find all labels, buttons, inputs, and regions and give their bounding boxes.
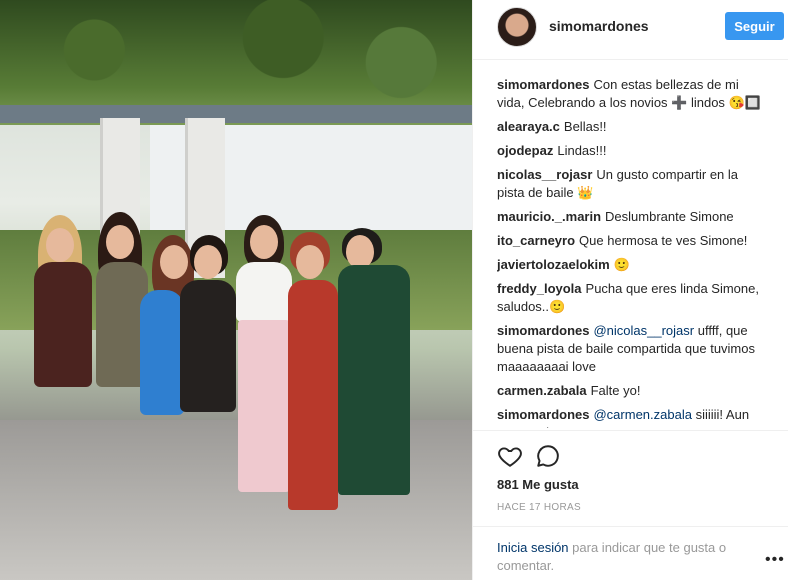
more-options-icon[interactable]: ••• <box>765 551 785 569</box>
list-item: alearaya.c Bellas!! <box>497 118 767 136</box>
header-username[interactable]: simomardones <box>549 18 649 34</box>
comment-username[interactable]: simomardones <box>497 323 589 338</box>
comment-text: 🙂 <box>613 257 630 272</box>
comment-username[interactable]: carmen.zabala <box>497 383 587 398</box>
comments-list[interactable]: simomardones Con estas bellezas de mi vid… <box>497 76 767 428</box>
like-count[interactable]: 881 Me gusta <box>497 477 579 492</box>
comment-text: Deslumbrante Simone <box>605 209 734 224</box>
comment-username[interactable]: javiertolozaelokim <box>497 257 610 272</box>
comment-username[interactable]: nicolas__rojasr <box>497 167 592 182</box>
comment-username[interactable]: freddy_loyola <box>497 281 582 296</box>
login-link[interactable]: Inicia sesión <box>497 540 569 555</box>
list-item: mauricio._.marin Deslumbrante Simone <box>497 208 767 226</box>
comment-username[interactable]: mauricio._.marin <box>497 209 601 224</box>
post-timestamp: HACE 17 HORAS <box>497 502 581 513</box>
comment-username[interactable]: simomardones <box>497 407 589 422</box>
comment-icon[interactable] <box>535 443 561 469</box>
comment-text: Bellas!! <box>563 119 607 134</box>
list-item: freddy_loyola Pucha que eres linda Simone… <box>497 280 767 316</box>
comment-text: Lindas!!! <box>557 143 607 158</box>
caption: simomardones Con estas bellezas de mi vid… <box>497 76 767 112</box>
post-actions: 881 Me gusta HACE 17 HORAS <box>473 430 788 526</box>
list-item: simomardones @carmen.zabala siiiiii! Aun … <box>497 406 767 428</box>
follow-button[interactable]: Seguir <box>725 12 784 40</box>
post-sidebar: simomardones Seguir simomardones Con esta… <box>472 0 788 580</box>
list-item: carmen.zabala Falte yo! <box>497 382 767 400</box>
list-item: ito_carneyro Que hermosa te ves Simone! <box>497 232 767 250</box>
caption-username[interactable]: simomardones <box>497 77 589 92</box>
comment-text: Falte yo! <box>590 383 641 398</box>
login-prompt: Inicia sesión para indicar que te gusta … <box>473 526 788 580</box>
comment-username[interactable]: ito_carneyro <box>497 233 575 248</box>
comment-mention[interactable]: @nicolas__rojasr <box>593 323 694 338</box>
post-header: simomardones Seguir <box>473 0 788 60</box>
list-item: javiertolozaelokim 🙂 <box>497 256 767 274</box>
comment-username[interactable]: alearaya.c <box>497 119 560 134</box>
instagram-post: simomardones Seguir simomardones Con esta… <box>0 0 788 580</box>
comment-mention[interactable]: @carmen.zabala <box>593 407 691 422</box>
heart-icon[interactable] <box>497 443 523 469</box>
comment-text: Que hermosa te ves Simone! <box>579 233 748 248</box>
list-item: nicolas__rojasr Un gusto compartir en la … <box>497 166 767 202</box>
list-item: ojodepaz Lindas!!! <box>497 142 767 160</box>
comment-username[interactable]: ojodepaz <box>497 143 553 158</box>
avatar[interactable] <box>497 7 537 47</box>
post-photo[interactable] <box>0 0 472 580</box>
list-item: simomardones @nicolas__rojasr uffff, que … <box>497 322 767 376</box>
